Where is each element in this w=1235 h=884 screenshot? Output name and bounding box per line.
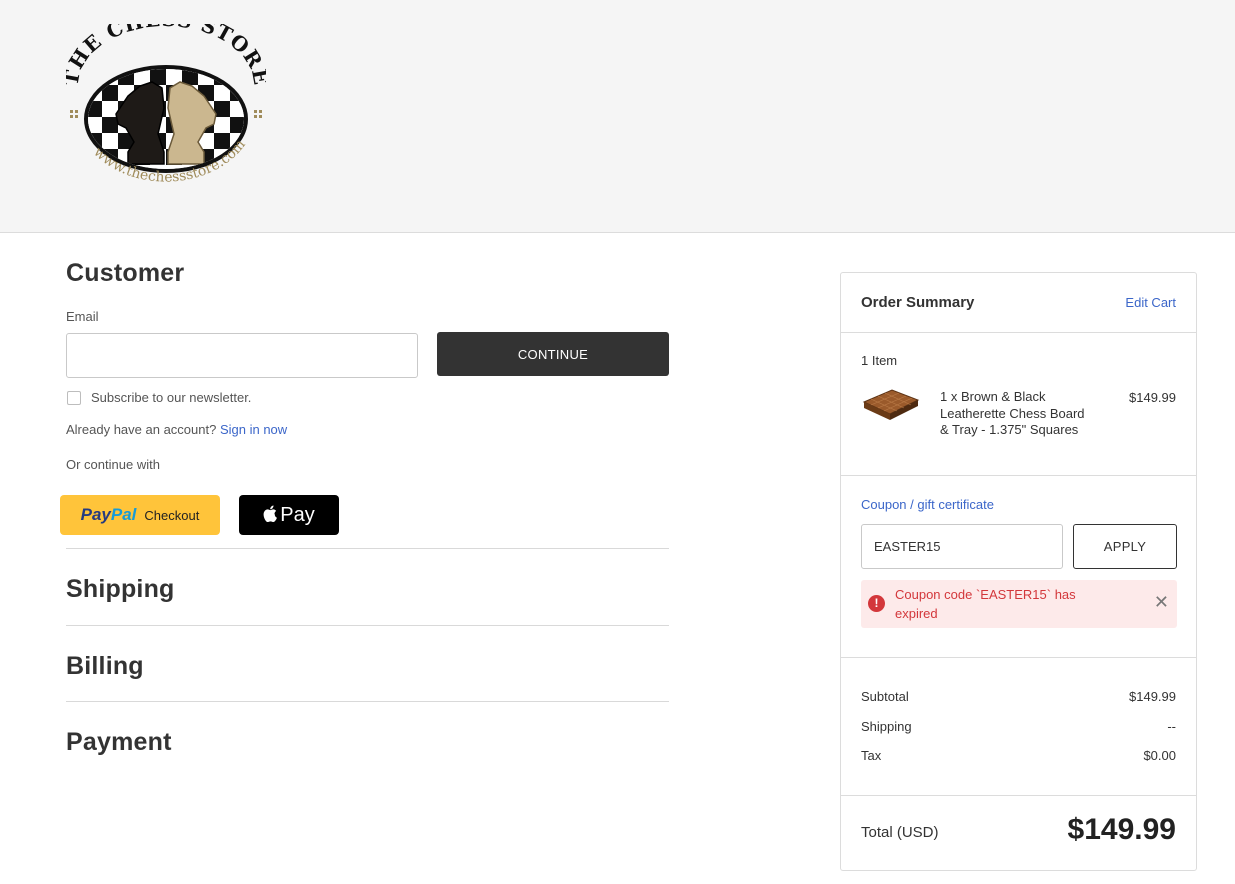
paypal-checkout-text: Checkout (144, 507, 200, 523)
apple-icon (263, 505, 278, 525)
edit-cart-link[interactable]: Edit Cart (1125, 295, 1176, 310)
chess-store-logo[interactable]: THE CHESS STORE www.thechessstore.com (66, 24, 266, 194)
paypal-checkout-button[interactable]: Pay Pal Checkout (60, 495, 220, 535)
continue-button[interactable]: CONTINUE (437, 332, 669, 376)
customer-heading: Customer (66, 259, 185, 287)
coupon-error-alert: ! Coupon code `EASTER15` has expired ✕ (861, 580, 1177, 628)
paypal-logo-pal: Pal (110, 505, 137, 524)
email-label: Email (66, 309, 99, 324)
close-icon[interactable]: ✕ (1154, 592, 1169, 612)
newsletter-checkbox[interactable] (67, 391, 81, 405)
summary-header: Order Summary Edit Cart (841, 273, 1196, 333)
shipping-value: -- (1167, 719, 1176, 734)
apply-coupon-button[interactable]: APPLY (1073, 524, 1177, 569)
total-label: Total (USD) (861, 824, 939, 841)
sign-in-link[interactable]: Sign in now (220, 422, 287, 437)
shipping-heading[interactable]: Shipping (66, 575, 175, 604)
coupon-error-message: Coupon code `EASTER15` has expired (895, 587, 1076, 621)
coupon-input[interactable] (861, 524, 1063, 569)
account-prompt: Already have an account? Sign in now (66, 422, 287, 437)
paypal-logo-pay: Pay (80, 505, 111, 524)
section-divider (66, 548, 669, 549)
item-price: $149.99 (1129, 390, 1176, 405)
item-count: 1 Item (861, 353, 898, 368)
chess-board-thumbnail (862, 389, 920, 420)
tax-value: $0.00 (1143, 748, 1176, 763)
total-value: $149.99 (1067, 813, 1176, 846)
subtotal-value: $149.99 (1129, 689, 1176, 704)
payment-heading[interactable]: Payment (66, 728, 172, 757)
continue-with-label: Or continue with (66, 457, 160, 472)
shipping-label: Shipping (861, 719, 912, 734)
order-summary-title: Order Summary (861, 294, 975, 311)
coupon-link[interactable]: Coupon / gift certificate (861, 497, 994, 512)
order-summary: Order Summary Edit Cart 1 Item 1 x Brown… (840, 272, 1197, 871)
page-header: THE CHESS STORE www.thechessstore.com (0, 0, 1235, 233)
account-prompt-text: Already have an account? (66, 422, 217, 437)
apple-pay-text: Pay (280, 503, 315, 526)
newsletter-label[interactable]: Subscribe to our newsletter. (91, 390, 251, 405)
item-name: 1 x Brown & Black Leatherette Chess Boar… (940, 389, 1085, 437)
section-divider (66, 701, 669, 702)
email-input[interactable] (66, 333, 418, 378)
error-icon: ! (868, 595, 885, 612)
billing-heading[interactable]: Billing (66, 652, 144, 681)
tax-label: Tax (861, 748, 882, 763)
apple-pay-button[interactable]: Pay (239, 495, 339, 535)
subtotal-label: Subtotal (861, 689, 909, 704)
section-divider (66, 625, 669, 626)
